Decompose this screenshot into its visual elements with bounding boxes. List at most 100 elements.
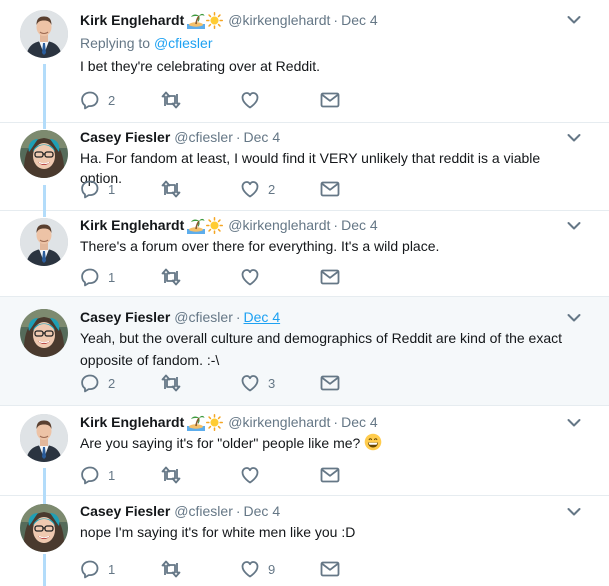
- author-handle[interactable]: @kirkenglehardt: [228, 414, 330, 430]
- retweet-button[interactable]: [160, 373, 182, 393]
- direct-message-button[interactable]: [320, 375, 340, 391]
- tweet-text: nope I'm saying it's for white men like …: [80, 524, 356, 540]
- name-emojis: [187, 11, 223, 29]
- separator: ·: [333, 414, 339, 430]
- avatar[interactable]: [20, 414, 68, 462]
- reply-button[interactable]: 2: [80, 90, 115, 110]
- reply-count: 1: [108, 561, 116, 577]
- reply-count: 1: [108, 467, 116, 483]
- tweet-header: Kirk Englehardt @kirkenglehardt · Dec 4: [80, 216, 378, 234]
- reply-button[interactable]: 1: [80, 267, 115, 287]
- separator: ·: [333, 217, 339, 233]
- like-button[interactable]: 3: [240, 373, 275, 393]
- tweet-header: Casey Fiesler @cfiesler · Dec 4: [80, 128, 280, 146]
- timestamp[interactable]: Dec 4: [341, 217, 378, 233]
- like-button[interactable]: 9: [240, 559, 275, 579]
- envelope-icon: [320, 561, 340, 577]
- like-button[interactable]: [240, 267, 260, 287]
- like-count: 3: [268, 375, 276, 391]
- direct-message-button[interactable]: [320, 92, 340, 108]
- author-name[interactable]: Kirk Englehardt: [80, 12, 184, 28]
- chevron-down-icon[interactable]: [567, 15, 581, 25]
- island-icon: [187, 413, 205, 431]
- like-button[interactable]: [240, 465, 260, 485]
- author-name[interactable]: Casey Fiesler: [80, 129, 170, 145]
- author-handle[interactable]: @cfiesler: [174, 503, 233, 519]
- retweet-icon: [160, 559, 182, 579]
- name-emojis: [187, 216, 223, 234]
- tweet[interactable]: Casey Fiesler @cfiesler · Dec 4 nope I'm…: [0, 496, 609, 586]
- avatar[interactable]: [20, 130, 68, 178]
- island-icon: [187, 11, 205, 29]
- thread-line: [43, 123, 46, 129]
- reply-button[interactable]: 2: [80, 373, 115, 393]
- retweet-button[interactable]: [160, 267, 182, 287]
- retweet-button[interactable]: [160, 559, 182, 579]
- tweet-text-line: opposite of fandom. :-\: [80, 352, 220, 368]
- conversation-thread: Kirk Englehardt @kirkenglehardt · Dec 4 …: [0, 0, 609, 586]
- tweet[interactable]: Kirk Englehardt @kirkenglehardt · Dec 4 …: [0, 211, 609, 297]
- tweet[interactable]: Casey Fiesler @cfiesler · Dec 4 Ha. For …: [0, 123, 609, 211]
- island-icon: [187, 216, 205, 234]
- timestamp-link[interactable]: Dec 4: [244, 309, 281, 325]
- timestamp[interactable]: Dec 4: [244, 503, 281, 519]
- retweet-button[interactable]: [160, 90, 182, 110]
- author-name[interactable]: Kirk Englehardt: [80, 217, 184, 233]
- tweet-header: Casey Fiesler @cfiesler · Dec 4: [80, 502, 280, 520]
- author-handle[interactable]: @kirkenglehardt: [228, 12, 330, 28]
- avatar[interactable]: [20, 218, 68, 266]
- author-handle[interactable]: @kirkenglehardt: [228, 217, 330, 233]
- direct-message-button[interactable]: [320, 561, 340, 577]
- tweet-text-row: Are you saying it's for "older" people l…: [80, 433, 580, 453]
- replying-to-label: Replying to: [80, 35, 151, 51]
- chevron-down-icon[interactable]: [567, 418, 581, 428]
- mention-link[interactable]: @cfiesler: [154, 35, 213, 51]
- author-handle[interactable]: @cfiesler: [174, 129, 233, 145]
- reply-count: 1: [108, 269, 116, 285]
- reply-icon: [80, 267, 100, 287]
- timestamp[interactable]: Dec 4: [341, 414, 378, 430]
- like-button[interactable]: [240, 90, 260, 110]
- reply-icon: [80, 90, 100, 110]
- reply-button[interactable]: 1: [80, 465, 115, 485]
- reply-button[interactable]: 1: [80, 559, 115, 579]
- tweet-text: Yeah, but the overall culture and demogr…: [80, 328, 580, 370]
- direct-message-button[interactable]: [320, 181, 340, 197]
- timestamp[interactable]: Dec 4: [341, 12, 378, 28]
- reply-button[interactable]: 1: [80, 179, 115, 199]
- heart-icon: [240, 90, 260, 110]
- heart-icon: [240, 373, 260, 393]
- tweet[interactable]: Kirk Englehardt @kirkenglehardt · Dec 4 …: [0, 0, 609, 123]
- sun-icon: [206, 217, 223, 234]
- tweet-text: There's a forum over there for everythin…: [80, 238, 440, 254]
- retweet-icon: [160, 267, 182, 287]
- direct-message-button[interactable]: [320, 269, 340, 285]
- retweet-button[interactable]: [160, 465, 182, 485]
- author-name[interactable]: Casey Fiesler: [80, 503, 170, 519]
- chevron-down-icon[interactable]: [567, 221, 581, 231]
- avatar[interactable]: [20, 504, 68, 552]
- tweet-header: Casey Fiesler @cfiesler · Dec 4: [80, 308, 280, 326]
- separator: ·: [235, 309, 241, 325]
- envelope-icon: [320, 269, 340, 285]
- chevron-down-icon[interactable]: [567, 507, 581, 517]
- chevron-down-icon[interactable]: [567, 133, 581, 143]
- tweet-text: Are you saying it's for "older" people l…: [80, 435, 361, 451]
- direct-message-button[interactable]: [320, 467, 340, 483]
- retweet-button[interactable]: [160, 179, 182, 199]
- sun-icon: [206, 414, 223, 431]
- avatar[interactable]: [20, 10, 68, 58]
- author-name[interactable]: Kirk Englehardt: [80, 414, 184, 430]
- like-button[interactable]: 2: [240, 179, 275, 199]
- grinning-face-icon: [364, 433, 382, 451]
- chevron-down-icon[interactable]: [567, 313, 581, 323]
- reply-icon: [80, 559, 100, 579]
- tweet[interactable]: Kirk Englehardt @kirkenglehardt · Dec 4 …: [0, 406, 609, 496]
- avatar[interactable]: [20, 309, 68, 357]
- sun-icon: [206, 12, 223, 29]
- author-name[interactable]: Casey Fiesler: [80, 309, 170, 325]
- tweet-highlighted[interactable]: Casey Fiesler @cfiesler · Dec 4 Yeah, bu…: [0, 297, 609, 406]
- timestamp[interactable]: Dec 4: [244, 129, 281, 145]
- retweet-icon: [160, 373, 182, 393]
- author-handle[interactable]: @cfiesler: [174, 309, 233, 325]
